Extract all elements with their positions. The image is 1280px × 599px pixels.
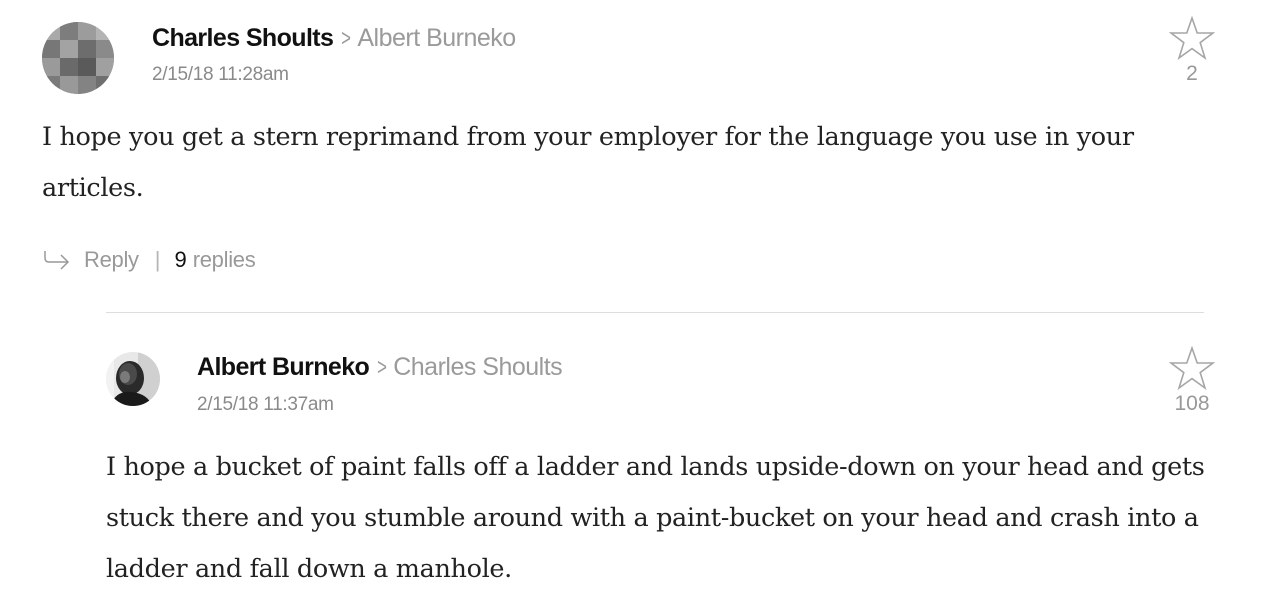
recipient-name[interactable]: Charles Shoults [393,353,562,381]
chevron-right-icon: > [377,354,388,381]
reply-comment: Albert Burneko > Charles Shoults 2/15/18 1… [0,0,1280,599]
author-name[interactable]: Albert Burneko [197,353,370,381]
star-icon[interactable] [1169,346,1215,390]
star-count: 108 [1174,392,1210,415]
star-button[interactable]: 108 [1166,346,1218,416]
author-line: Albert Burneko > Charles Shoults [197,353,563,382]
timestamp[interactable]: 2/15/18 11:37am [197,394,334,416]
comment-body: I hope a bucket of paint falls off a lad… [106,452,1205,584]
avatar[interactable] [106,352,160,406]
profile-photo-image [106,352,160,406]
